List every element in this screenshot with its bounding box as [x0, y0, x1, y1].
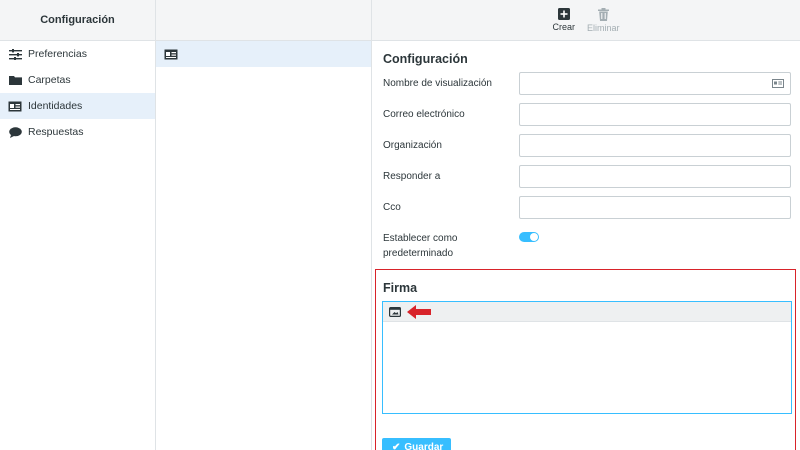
- sidebar-header: Configuración: [0, 0, 155, 41]
- email-row: Correo electrónico: [383, 103, 793, 126]
- id-card-icon: [164, 49, 178, 60]
- arrow-left-icon: [407, 304, 431, 319]
- sidebar-item-carpetas[interactable]: Carpetas: [0, 67, 155, 93]
- identities-list: [156, 0, 372, 450]
- list-item[interactable]: [156, 41, 371, 67]
- reply-to-row: Responder a: [383, 165, 793, 188]
- identities-header: [156, 0, 371, 41]
- sidebar-item-label: Identidades: [28, 100, 83, 112]
- id-card-icon: [8, 100, 22, 112]
- save-label: Guardar: [404, 441, 444, 450]
- folder-icon: [8, 74, 22, 86]
- field-label: Nombre de visualización: [383, 78, 492, 89]
- section-title: Configuración: [383, 52, 468, 66]
- editor-toolbar-header: Crear Eliminar: [372, 0, 800, 41]
- sidebar-item-label: Respuestas: [28, 126, 84, 138]
- comment-icon: [8, 126, 22, 138]
- organization-field[interactable]: [519, 134, 791, 157]
- plus-square-icon: [557, 8, 570, 20]
- check-icon: ✔: [392, 441, 401, 450]
- sliders-icon: [8, 48, 22, 60]
- sidebar-item-preferencias[interactable]: Preferencias: [0, 41, 155, 67]
- signature-section: Firma ✔ Guardar: [375, 269, 796, 450]
- create-label: Crear: [552, 22, 575, 32]
- html-mode-icon[interactable]: [389, 306, 401, 317]
- default-toggle[interactable]: [519, 232, 539, 242]
- toggle-switch[interactable]: [519, 232, 539, 242]
- field-label: Correo electrónico: [383, 109, 465, 120]
- signature-title: Firma: [383, 281, 418, 295]
- sidebar-item-identidades[interactable]: Identidades: [0, 93, 155, 119]
- display-name-row: Nombre de visualización: [383, 72, 793, 95]
- settings-sidebar: Configuración Preferencias Carpetas Iden…: [0, 0, 156, 450]
- sidebar-item-label: Preferencias: [28, 48, 87, 60]
- reply-to-field[interactable]: [519, 165, 791, 188]
- sidebar-item-respuestas[interactable]: Respuestas: [0, 119, 155, 145]
- organization-row: Organización: [383, 134, 793, 157]
- save-button[interactable]: ✔ Guardar: [382, 438, 451, 450]
- field-label: Establecer como predeterminado: [383, 233, 458, 259]
- editor-toolbar: [383, 302, 791, 322]
- vcard-icon[interactable]: [772, 79, 784, 91]
- field-label: Organización: [383, 140, 442, 151]
- sidebar-title: Configuración: [40, 14, 115, 26]
- bcc-row: Cco: [383, 196, 793, 219]
- sidebar-item-label: Carpetas: [28, 74, 71, 86]
- email-field[interactable]: [519, 103, 791, 126]
- trash-icon: [597, 7, 609, 21]
- field-label: Cco: [383, 202, 401, 213]
- signature-editor[interactable]: [382, 301, 792, 414]
- display-name-field[interactable]: [519, 72, 791, 95]
- default-row: Establecer como predeterminado: [383, 231, 793, 261]
- create-button[interactable]: Crear: [550, 8, 577, 32]
- delete-button[interactable]: Eliminar: [585, 7, 622, 33]
- bcc-field[interactable]: [519, 196, 791, 219]
- delete-label: Eliminar: [587, 22, 620, 33]
- field-label: Responder a: [383, 171, 441, 182]
